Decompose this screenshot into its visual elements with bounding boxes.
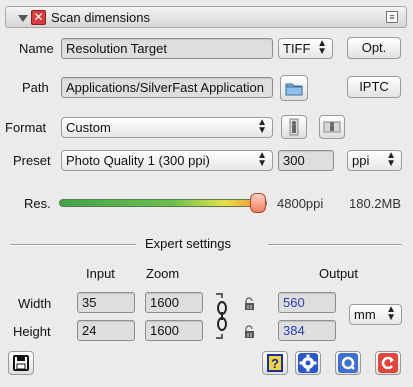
resolution-unit-value: ppi xyxy=(352,153,370,168)
height-lock-icon[interactable] xyxy=(244,325,256,339)
res-label: Res. xyxy=(24,196,51,211)
expert-settings-title: Expert settings xyxy=(145,236,231,251)
options-button[interactable]: Opt. xyxy=(347,37,401,59)
height-label: Height xyxy=(13,324,51,339)
select-arrows-icon: ▲ ▼ xyxy=(386,150,396,169)
preset-value: Photo Quality 1 (300 ppi) xyxy=(66,153,210,168)
width-output-field[interactable]: 560 xyxy=(278,292,336,313)
resolution-unit-select[interactable]: ppi ▲ ▼ xyxy=(347,150,402,171)
expert-separator-right-highlight xyxy=(268,245,402,246)
reset-refresh-icon xyxy=(378,353,398,373)
format-select[interactable]: Custom ▲ ▼ xyxy=(61,117,273,138)
height-input-field[interactable]: 24 xyxy=(77,320,135,341)
select-arrows-icon: ▲ ▼ xyxy=(317,38,327,57)
width-input-field[interactable]: 35 xyxy=(77,292,135,313)
height-zoom-field[interactable]: 1600 xyxy=(145,320,203,341)
width-lock-icon[interactable] xyxy=(244,297,256,311)
scan-dimensions-icon: ✕ xyxy=(31,10,46,25)
resolution-slider-knob[interactable] xyxy=(250,193,266,213)
help-button[interactable]: ? xyxy=(262,351,288,375)
iptc-button[interactable]: IPTC xyxy=(347,76,401,98)
height-output-field[interactable]: 384 xyxy=(278,320,336,341)
floppy-disk-icon xyxy=(13,355,29,371)
choose-folder-button[interactable] xyxy=(280,75,308,101)
scan-dimensions-panel: ✕ Scan dimensions ≡ Name Resolution Targ… xyxy=(0,0,413,387)
link-chain-icon[interactable] xyxy=(214,292,236,340)
landscape-orientation-button[interactable] xyxy=(319,115,345,139)
file-format-select[interactable]: TIFF ▲ ▼ xyxy=(278,38,333,59)
format-value: Custom xyxy=(66,120,111,135)
file-format-value: TIFF xyxy=(283,41,311,56)
gear-icon xyxy=(298,353,318,373)
resolution-slider-track[interactable] xyxy=(59,199,267,207)
expert-separator-left-highlight xyxy=(10,245,136,246)
select-arrows-icon: ▲ ▼ xyxy=(257,117,267,136)
portrait-orientation-button[interactable] xyxy=(281,115,307,139)
quick-scan-icon xyxy=(338,353,358,373)
file-size-readout: 180.2MB xyxy=(349,196,402,211)
name-label: Name xyxy=(19,41,54,56)
resolution-input[interactable]: 300 xyxy=(278,150,334,171)
help-question-icon: ? xyxy=(267,354,283,372)
output-unit-select[interactable]: mm ▲ ▼ xyxy=(349,304,402,325)
output-column-header: Output xyxy=(319,266,359,281)
path-value: Applications/SilverFast Application xyxy=(66,80,264,95)
quick-scan-button[interactable] xyxy=(335,351,361,375)
preset-select[interactable]: Photo Quality 1 (300 ppi) ▲ ▼ xyxy=(61,150,273,171)
settings-button[interactable] xyxy=(295,351,321,375)
panel-title: Scan dimensions xyxy=(51,10,150,25)
folder-icon xyxy=(285,83,303,96)
landscape-person-icon xyxy=(323,121,341,133)
output-unit-value: mm xyxy=(354,307,376,322)
format-label: Format xyxy=(5,120,47,135)
collapse-triangle-icon[interactable] xyxy=(18,15,28,22)
width-zoom-field[interactable]: 1600 xyxy=(145,292,203,313)
select-arrows-icon: ▲ ▼ xyxy=(257,150,267,169)
output-resolution-readout: 4800ppi xyxy=(277,196,324,211)
svg-text:?: ? xyxy=(271,356,279,371)
save-settings-button[interactable] xyxy=(8,351,34,375)
reset-button[interactable] xyxy=(375,351,401,375)
width-label: Width xyxy=(18,296,52,311)
portrait-person-icon xyxy=(289,118,299,136)
path-input[interactable]: Applications/SilverFast Application xyxy=(61,77,273,98)
path-label: Path xyxy=(22,80,49,95)
name-input[interactable]: Resolution Target xyxy=(61,38,273,59)
panel-title-bar[interactable]: ✕ Scan dimensions ≡ xyxy=(5,6,407,28)
select-arrows-icon: ▲ ▼ xyxy=(386,304,396,323)
zoom-column-header: Zoom xyxy=(146,266,180,281)
panel-menu-icon[interactable]: ≡ xyxy=(386,11,398,23)
preset-label: Preset xyxy=(13,153,51,168)
input-column-header: Input xyxy=(86,266,115,281)
